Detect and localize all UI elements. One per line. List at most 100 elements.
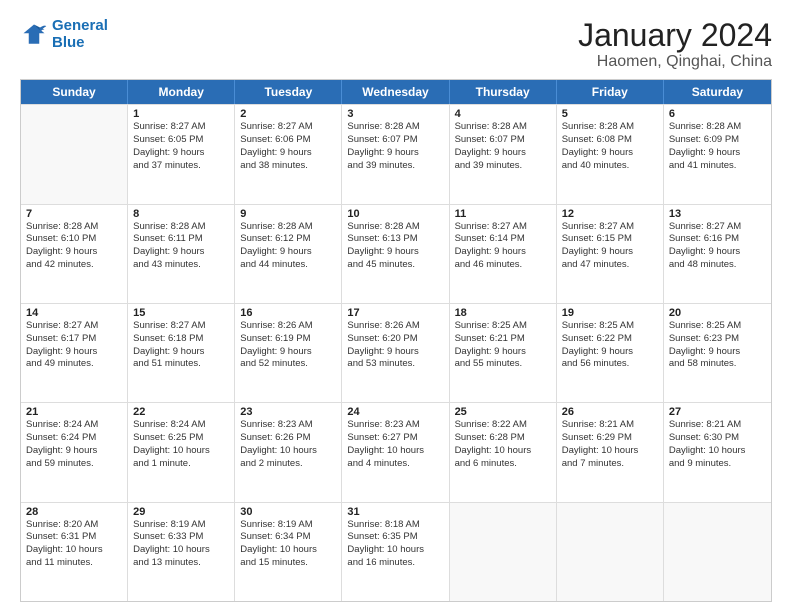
cell-info-line: Sunset: 6:22 PM bbox=[562, 333, 658, 346]
cell-info-line: Daylight: 9 hours bbox=[347, 346, 443, 359]
calendar-cell-w1-d5: 12Sunrise: 8:27 AMSunset: 6:15 PMDayligh… bbox=[557, 205, 664, 303]
calendar-header: SundayMondayTuesdayWednesdayThursdayFrid… bbox=[21, 80, 771, 104]
cell-info-line: Daylight: 10 hours bbox=[133, 445, 229, 458]
cell-info-line: Sunrise: 8:27 AM bbox=[455, 221, 551, 234]
cell-info-line: Sunset: 6:26 PM bbox=[240, 432, 336, 445]
cell-info-line: and 42 minutes. bbox=[26, 259, 122, 272]
cell-info-line: Daylight: 10 hours bbox=[347, 445, 443, 458]
cell-info-line: Sunrise: 8:27 AM bbox=[562, 221, 658, 234]
cell-info-line: Daylight: 9 hours bbox=[562, 346, 658, 359]
calendar-cell-w4-d6 bbox=[664, 503, 771, 601]
cell-info-line: and 9 minutes. bbox=[669, 458, 766, 471]
calendar-cell-w4-d2: 30Sunrise: 8:19 AMSunset: 6:34 PMDayligh… bbox=[235, 503, 342, 601]
header-day-saturday: Saturday bbox=[664, 80, 771, 104]
day-number: 16 bbox=[240, 307, 336, 319]
calendar-cell-w3-d5: 26Sunrise: 8:21 AMSunset: 6:29 PMDayligh… bbox=[557, 403, 664, 501]
cell-info-line: Sunset: 6:07 PM bbox=[347, 134, 443, 147]
cell-info-line: Daylight: 9 hours bbox=[240, 346, 336, 359]
calendar-cell-w0-d2: 2Sunrise: 8:27 AMSunset: 6:06 PMDaylight… bbox=[235, 105, 342, 203]
calendar-cell-w2-d6: 20Sunrise: 8:25 AMSunset: 6:23 PMDayligh… bbox=[664, 304, 771, 402]
calendar-cell-w2-d5: 19Sunrise: 8:25 AMSunset: 6:22 PMDayligh… bbox=[557, 304, 664, 402]
cell-info-line: Sunrise: 8:24 AM bbox=[26, 419, 122, 432]
calendar: SundayMondayTuesdayWednesdayThursdayFrid… bbox=[20, 79, 772, 602]
day-number: 3 bbox=[347, 108, 443, 120]
cell-info-line: and 15 minutes. bbox=[240, 557, 336, 570]
cell-info-line: Sunset: 6:30 PM bbox=[669, 432, 766, 445]
cell-info-line: Sunset: 6:09 PM bbox=[669, 134, 766, 147]
day-number: 23 bbox=[240, 406, 336, 418]
cell-info-line: Daylight: 9 hours bbox=[26, 246, 122, 259]
cell-info-line: Daylight: 10 hours bbox=[455, 445, 551, 458]
day-number: 25 bbox=[455, 406, 551, 418]
calendar-cell-w4-d3: 31Sunrise: 8:18 AMSunset: 6:35 PMDayligh… bbox=[342, 503, 449, 601]
calendar-cell-w0-d1: 1Sunrise: 8:27 AMSunset: 6:05 PMDaylight… bbox=[128, 105, 235, 203]
logo-line1: General bbox=[52, 17, 108, 34]
cell-info-line: Sunset: 6:14 PM bbox=[455, 233, 551, 246]
cell-info-line: Sunset: 6:35 PM bbox=[347, 531, 443, 544]
cell-info-line: and 53 minutes. bbox=[347, 358, 443, 371]
day-number: 21 bbox=[26, 406, 122, 418]
cell-info-line: Sunset: 6:24 PM bbox=[26, 432, 122, 445]
day-number: 6 bbox=[669, 108, 766, 120]
cell-info-line: Daylight: 9 hours bbox=[133, 346, 229, 359]
day-number: 20 bbox=[669, 307, 766, 319]
cell-info-line: Sunrise: 8:21 AM bbox=[669, 419, 766, 432]
calendar-cell-w3-d6: 27Sunrise: 8:21 AMSunset: 6:30 PMDayligh… bbox=[664, 403, 771, 501]
calendar-cell-w0-d0 bbox=[21, 105, 128, 203]
cell-info-line: Sunset: 6:23 PM bbox=[669, 333, 766, 346]
cell-info-line: Sunrise: 8:27 AM bbox=[133, 320, 229, 333]
cell-info-line: and 13 minutes. bbox=[133, 557, 229, 570]
cell-info-line: Daylight: 9 hours bbox=[133, 147, 229, 160]
cell-info-line: Daylight: 9 hours bbox=[669, 246, 766, 259]
cell-info-line: and 43 minutes. bbox=[133, 259, 229, 272]
title-area: January 2024 Haomen, Qinghai, China bbox=[578, 18, 772, 71]
calendar-cell-w2-d2: 16Sunrise: 8:26 AMSunset: 6:19 PMDayligh… bbox=[235, 304, 342, 402]
cell-info-line: Sunset: 6:28 PM bbox=[455, 432, 551, 445]
calendar-cell-w2-d0: 14Sunrise: 8:27 AMSunset: 6:17 PMDayligh… bbox=[21, 304, 128, 402]
day-number: 17 bbox=[347, 307, 443, 319]
cell-info-line: and 58 minutes. bbox=[669, 358, 766, 371]
cell-info-line: Daylight: 9 hours bbox=[347, 147, 443, 160]
cell-info-line: Sunset: 6:27 PM bbox=[347, 432, 443, 445]
day-number: 15 bbox=[133, 307, 229, 319]
cell-info-line: Sunrise: 8:28 AM bbox=[240, 221, 336, 234]
calendar-cell-w2-d4: 18Sunrise: 8:25 AMSunset: 6:21 PMDayligh… bbox=[450, 304, 557, 402]
cell-info-line: and 1 minute. bbox=[133, 458, 229, 471]
cell-info-line: and 49 minutes. bbox=[26, 358, 122, 371]
calendar-cell-w1-d1: 8Sunrise: 8:28 AMSunset: 6:11 PMDaylight… bbox=[128, 205, 235, 303]
calendar-cell-w1-d3: 10Sunrise: 8:28 AMSunset: 6:13 PMDayligh… bbox=[342, 205, 449, 303]
cell-info-line: Sunset: 6:19 PM bbox=[240, 333, 336, 346]
day-number: 7 bbox=[26, 208, 122, 220]
cell-info-line: Daylight: 10 hours bbox=[240, 544, 336, 557]
cell-info-line: Sunrise: 8:28 AM bbox=[562, 121, 658, 134]
cell-info-line: and 59 minutes. bbox=[26, 458, 122, 471]
cell-info-line: Daylight: 9 hours bbox=[455, 346, 551, 359]
logo-line2: Blue bbox=[52, 34, 85, 51]
cell-info-line: and 48 minutes. bbox=[669, 259, 766, 272]
cell-info-line: Sunrise: 8:21 AM bbox=[562, 419, 658, 432]
cell-info-line: Sunset: 6:29 PM bbox=[562, 432, 658, 445]
cell-info-line: Sunset: 6:05 PM bbox=[133, 134, 229, 147]
cell-info-line: Sunrise: 8:28 AM bbox=[347, 221, 443, 234]
calendar-cell-w4-d0: 28Sunrise: 8:20 AMSunset: 6:31 PMDayligh… bbox=[21, 503, 128, 601]
cell-info-line: Sunrise: 8:26 AM bbox=[240, 320, 336, 333]
header-day-tuesday: Tuesday bbox=[235, 80, 342, 104]
cell-info-line: Daylight: 10 hours bbox=[133, 544, 229, 557]
day-number: 26 bbox=[562, 406, 658, 418]
cell-info-line: and 52 minutes. bbox=[240, 358, 336, 371]
calendar-week-0: 1Sunrise: 8:27 AMSunset: 6:05 PMDaylight… bbox=[21, 104, 771, 203]
day-number: 19 bbox=[562, 307, 658, 319]
cell-info-line: Sunset: 6:10 PM bbox=[26, 233, 122, 246]
cell-info-line: Sunset: 6:34 PM bbox=[240, 531, 336, 544]
cell-info-line: Sunrise: 8:20 AM bbox=[26, 519, 122, 532]
cell-info-line: Sunrise: 8:19 AM bbox=[240, 519, 336, 532]
calendar-cell-w2-d1: 15Sunrise: 8:27 AMSunset: 6:18 PMDayligh… bbox=[128, 304, 235, 402]
cell-info-line: Daylight: 9 hours bbox=[26, 346, 122, 359]
calendar-cell-w4-d5 bbox=[557, 503, 664, 601]
cell-info-line: Sunrise: 8:28 AM bbox=[455, 121, 551, 134]
calendar-week-1: 7Sunrise: 8:28 AMSunset: 6:10 PMDaylight… bbox=[21, 204, 771, 303]
cell-info-line: Daylight: 9 hours bbox=[133, 246, 229, 259]
cell-info-line: Sunrise: 8:28 AM bbox=[133, 221, 229, 234]
cell-info-line: Daylight: 9 hours bbox=[26, 445, 122, 458]
cell-info-line: Sunrise: 8:26 AM bbox=[347, 320, 443, 333]
